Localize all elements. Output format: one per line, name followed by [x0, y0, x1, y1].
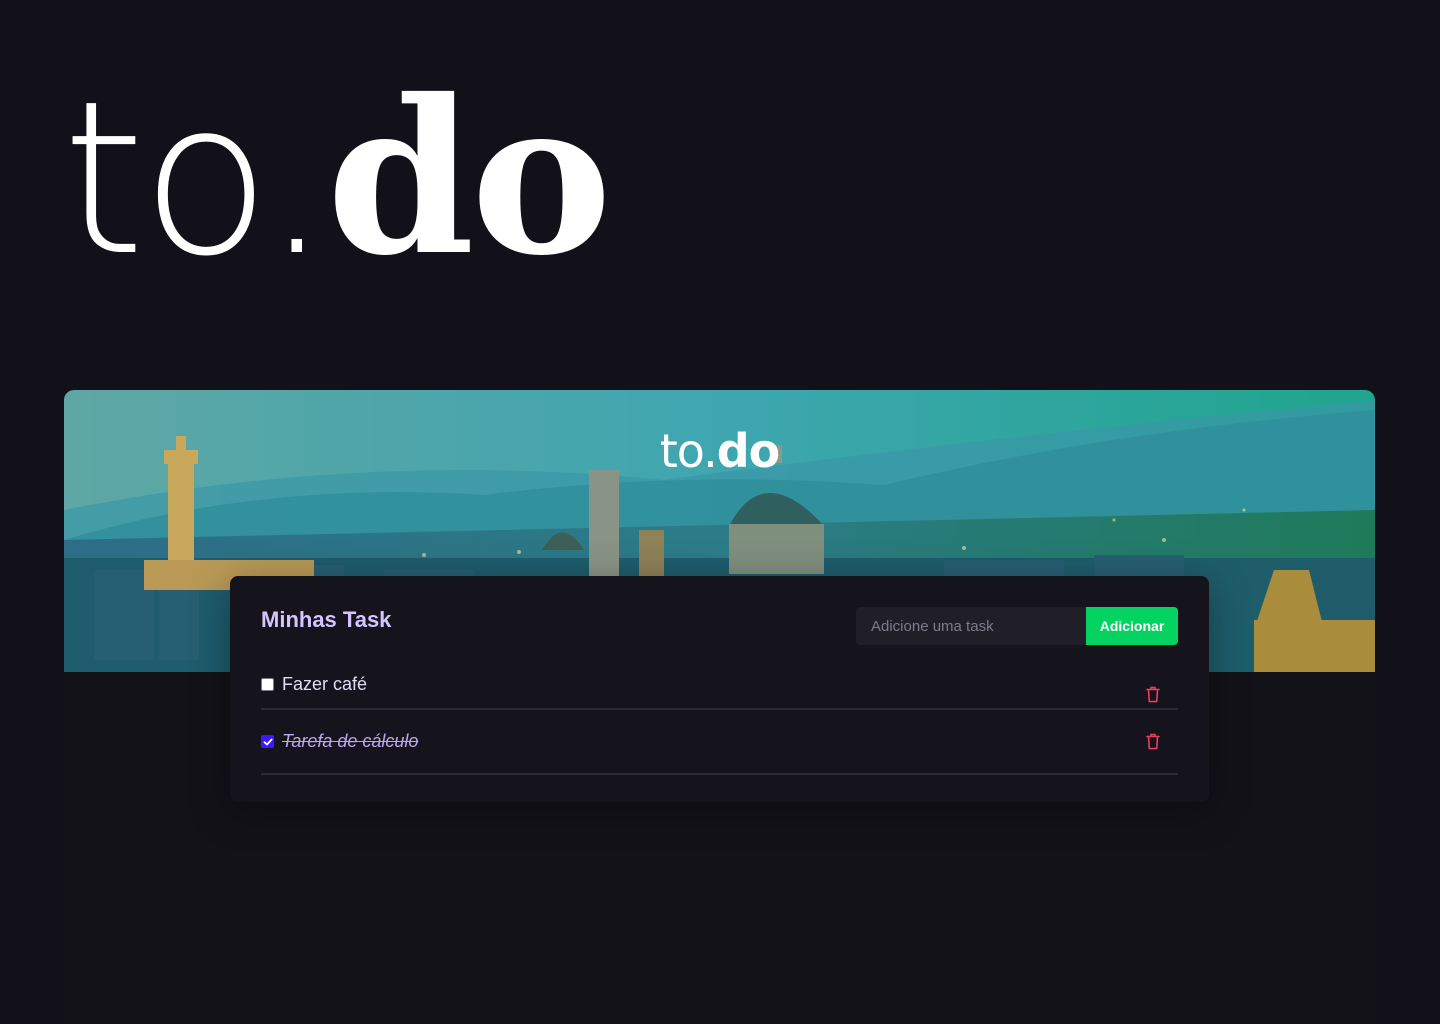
card-title: Minhas Task	[261, 607, 392, 632]
card-header: Minhas Task Adicionar	[261, 576, 1178, 676]
task-list: Fazer café Tarefa de cálculo	[261, 674, 1178, 775]
banner-logo-bold: do	[716, 424, 781, 478]
hero-logo-bold: do	[326, 53, 613, 302]
banner-logo: to.do	[64, 424, 1375, 478]
task-content: Tarefa de cálculo	[261, 731, 1178, 752]
task-row: Tarefa de cálculo	[261, 710, 1178, 775]
hero-logo-light: to.	[62, 55, 330, 302]
task-label: Fazer café	[282, 674, 368, 694]
task-checkbox[interactable]	[261, 678, 274, 691]
task-label: Tarefa de cálculo	[282, 731, 419, 751]
task-content: Fazer café	[261, 674, 1178, 695]
new-task-input[interactable]	[856, 607, 1086, 645]
hero-logo: to.do	[62, 72, 612, 285]
new-task-form: Adicionar	[856, 607, 1178, 645]
task-checkbox[interactable]	[261, 735, 274, 748]
app-frame: to.do Minhas Task Adicionar Fazer café	[64, 390, 1375, 1024]
delete-task-button[interactable]	[1144, 684, 1162, 704]
check-icon	[263, 738, 272, 745]
add-task-button[interactable]: Adicionar	[1086, 607, 1178, 645]
trash-icon	[1146, 733, 1160, 750]
banner-logo-light: to.	[659, 424, 718, 478]
task-card: Minhas Task Adicionar Fazer café	[230, 576, 1209, 802]
task-row: Fazer café	[261, 674, 1178, 710]
trash-icon	[1146, 686, 1160, 702]
delete-task-button[interactable]	[1144, 732, 1162, 752]
